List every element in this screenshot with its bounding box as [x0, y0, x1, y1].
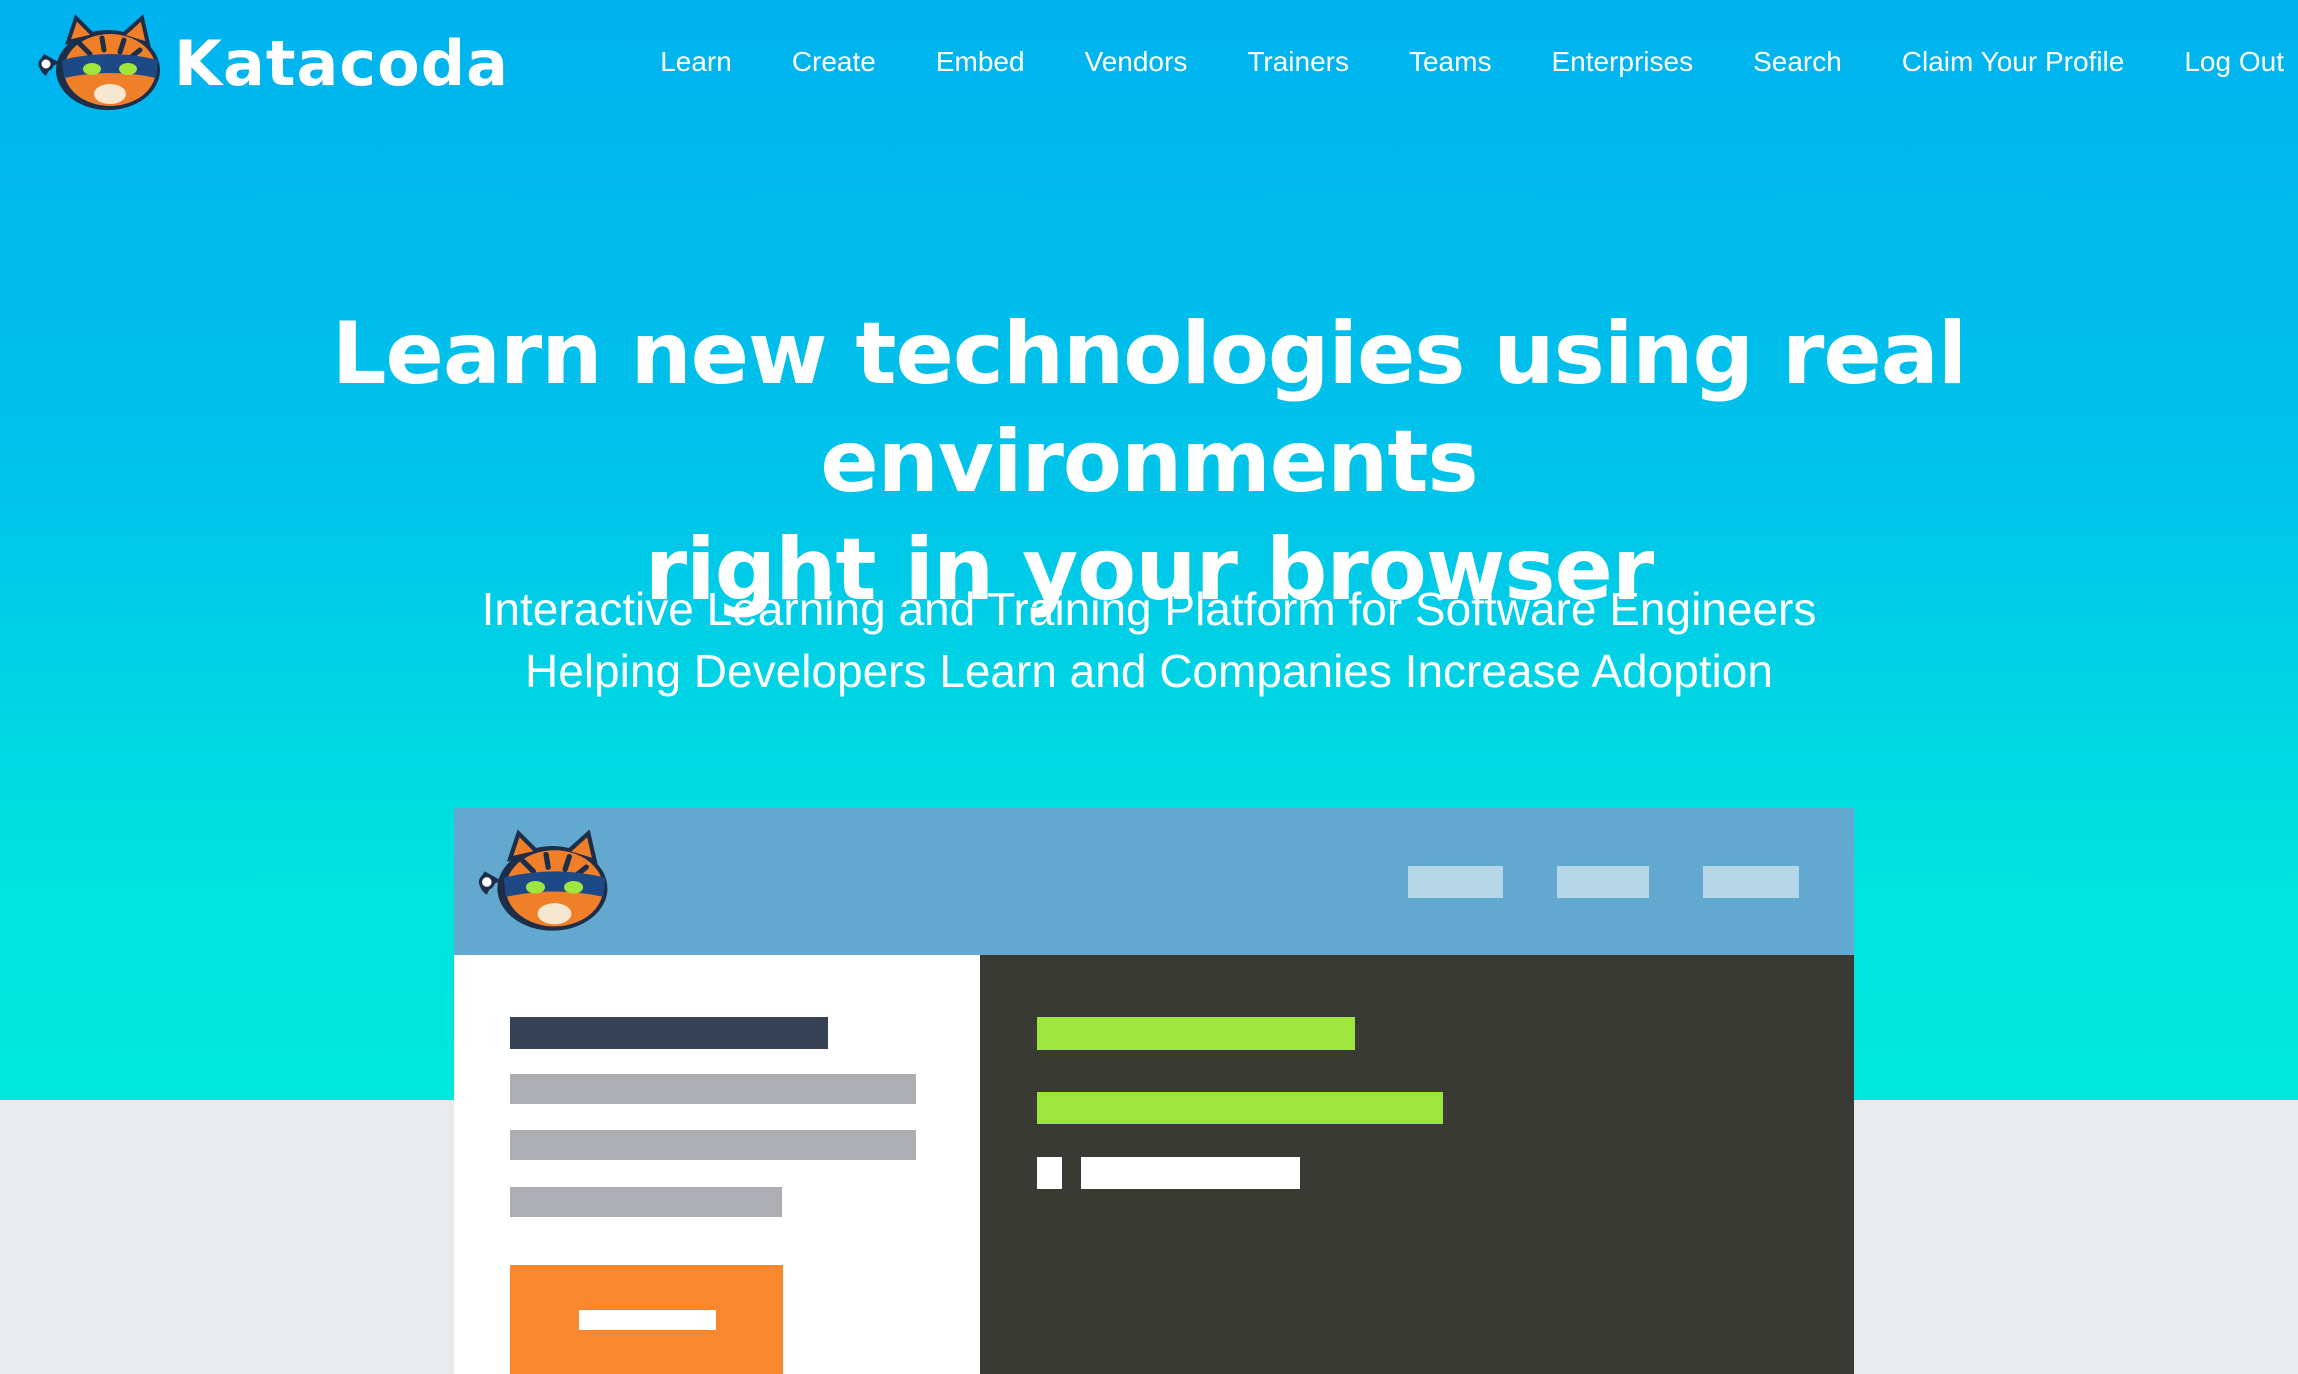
- hero-subline-line2: Helping Developers Learn and Companies I…: [525, 645, 1773, 697]
- illustration-nav-placeholder: [1703, 866, 1799, 898]
- illustration-nav-placeholder: [1408, 866, 1503, 898]
- main-nav: Learn Create Embed Vendors Trainers Team…: [600, 40, 2284, 84]
- site-logo[interactable]: Katacoda: [32, 14, 509, 114]
- nav-log-out[interactable]: Log Out: [2184, 40, 2284, 84]
- hero-subline: Interactive Learning and Training Platfo…: [0, 578, 2298, 702]
- brand-name: Katacoda: [174, 27, 509, 100]
- illustration-terminal-line: [1037, 1092, 1443, 1124]
- tiger-ninja-mascot-icon: [478, 829, 608, 931]
- nav-vendors[interactable]: Vendors: [1085, 40, 1188, 84]
- tiger-ninja-mascot-icon: [38, 14, 160, 110]
- illustration-text-line: [510, 1074, 916, 1104]
- illustration-text-line: [510, 1187, 782, 1217]
- illustration-terminal-panel: [980, 955, 1854, 1374]
- nav-create[interactable]: Create: [792, 40, 876, 84]
- nav-trainers[interactable]: Trainers: [1247, 40, 1349, 84]
- illustration-terminal-line: [1037, 1017, 1355, 1050]
- illustration-terminal-cursor: [1037, 1157, 1062, 1189]
- nav-embed[interactable]: Embed: [936, 40, 1025, 84]
- illustration-title-bar: [510, 1017, 828, 1049]
- hero-headline-line1: Learn new technologies using real enviro…: [331, 304, 1968, 512]
- nav-enterprises[interactable]: Enterprises: [1551, 40, 1693, 84]
- illustration-header-bar: [454, 808, 1854, 955]
- nav-claim-profile[interactable]: Claim Your Profile: [1902, 40, 2125, 84]
- illustration-text-line: [510, 1130, 916, 1160]
- hero-headline: Learn new technologies using real enviro…: [0, 300, 2298, 624]
- nav-search[interactable]: Search: [1753, 40, 1842, 84]
- illustration-cta-block: [510, 1265, 783, 1374]
- nav-learn[interactable]: Learn: [660, 40, 732, 84]
- hero-subline-line1: Interactive Learning and Training Platfo…: [481, 583, 1817, 635]
- nav-teams[interactable]: Teams: [1409, 40, 1491, 84]
- illustration-terminal-input: [1081, 1157, 1300, 1189]
- illustration-nav-placeholder: [1557, 866, 1649, 898]
- illustration-cta-label-placeholder: [579, 1310, 716, 1330]
